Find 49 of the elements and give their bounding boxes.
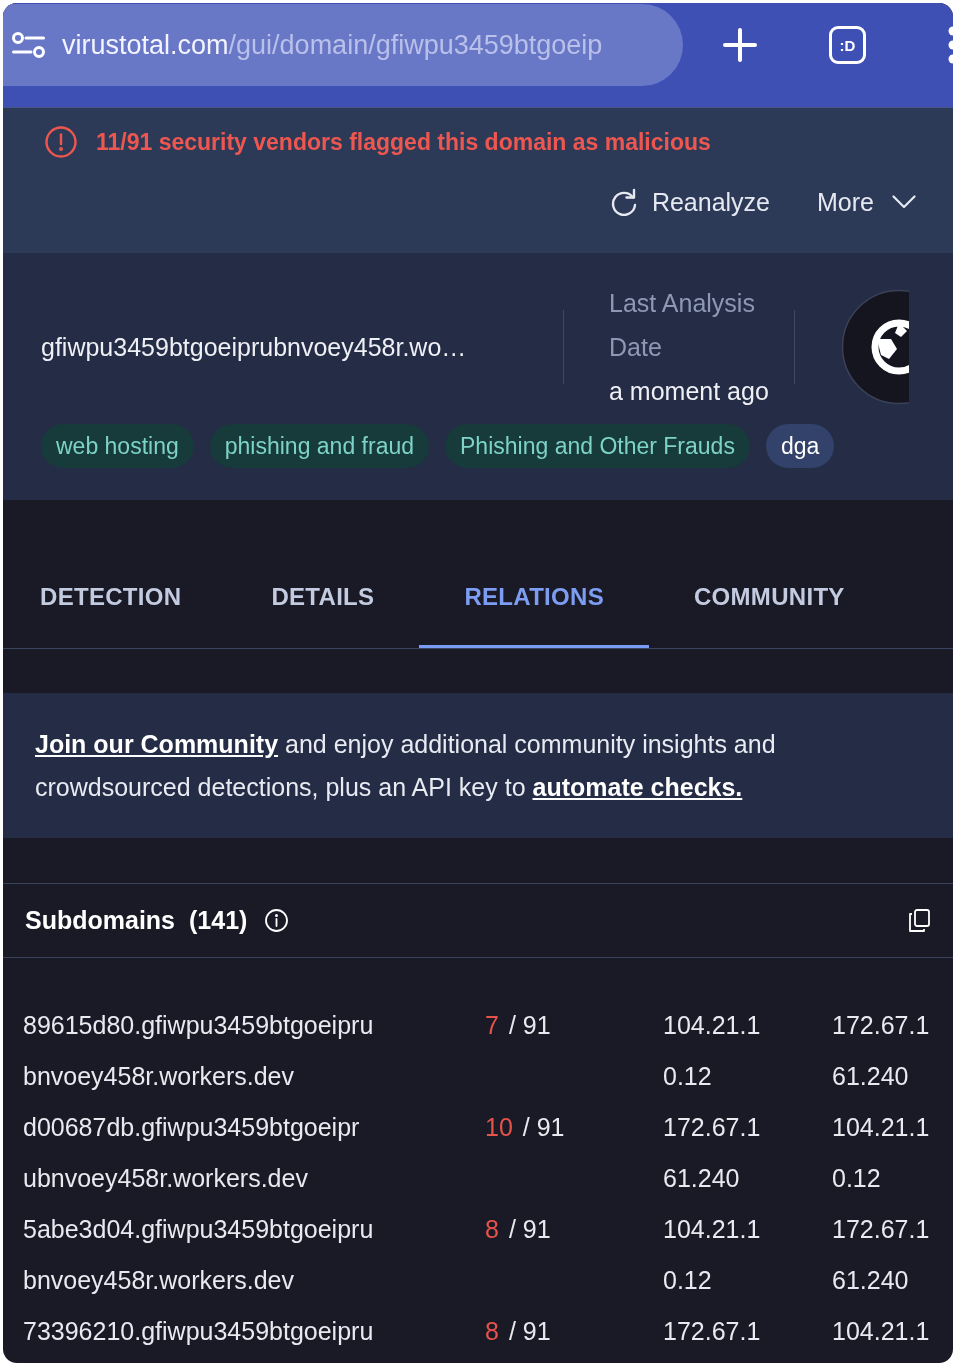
tab-switcher-button[interactable]: :D bbox=[829, 26, 866, 64]
plus-icon[interactable] bbox=[723, 28, 757, 62]
ip-cell-text: 172.67.1 61.240 bbox=[832, 1010, 931, 1092]
section-title: Subdomains bbox=[25, 906, 175, 935]
site-settings-icon[interactable] bbox=[12, 32, 45, 58]
tab[interactable]: RELATIONS bbox=[419, 550, 649, 648]
last-analysis-value: a moment ago bbox=[609, 376, 770, 407]
more-button[interactable]: More bbox=[817, 187, 916, 217]
category-tag[interactable]: Phishing and Other Frauds bbox=[445, 424, 750, 468]
banner-link[interactable]: Join our Community bbox=[35, 730, 279, 758]
detection-count: 8 bbox=[485, 1214, 499, 1245]
detection-count: 10 bbox=[485, 1112, 513, 1143]
url-text[interactable]: virustotal.com/gui/domain/gfiwpu3459btgoeip bbox=[62, 29, 603, 61]
ip-cell-text: 104.21.1 0.12 bbox=[663, 1214, 762, 1296]
detection-count: 7 bbox=[485, 1010, 499, 1041]
copy-icon[interactable] bbox=[909, 909, 930, 932]
ip-cell-text: 104.21.1 0.12 bbox=[832, 1112, 931, 1194]
domain-tag[interactable]: dga bbox=[765, 424, 835, 468]
subdomain-count: (141) bbox=[189, 906, 248, 935]
engine-total: / 91 bbox=[508, 1214, 551, 1245]
subdomain-cell[interactable]: 73396210.gfiwpu3459btgoeipru bbox=[23, 1306, 485, 1357]
banner-link[interactable]: automate checks. bbox=[532, 773, 743, 801]
ip-cell-text: 172.67.1 bbox=[663, 1316, 762, 1347]
category-tag[interactable]: web hosting bbox=[41, 424, 194, 468]
reanalyze-button[interactable]: Reanalyze bbox=[610, 187, 771, 217]
address-bar[interactable]: virustotal.com/gui/domain/gfiwpu3459btgoeip bbox=[3, 4, 683, 86]
info-icon[interactable] bbox=[265, 909, 289, 932]
chevron-down-icon bbox=[892, 195, 916, 209]
tab[interactable]: DETECTION bbox=[3, 550, 227, 648]
engine-total: / 91 bbox=[522, 1112, 565, 1143]
ip-cell-text: 172.67.1 61.240 bbox=[832, 1214, 931, 1296]
alert-message: 11/91 security vendors flagged this domain as malicious bbox=[96, 128, 711, 156]
refresh-icon bbox=[610, 188, 637, 216]
tab[interactable]: COMMUNITY bbox=[648, 550, 890, 648]
ip-cell-text: 104.21.1 0.12 bbox=[663, 1010, 762, 1092]
domain-name: gfiwpu3459btgoeiprubnvoey458r.wo… bbox=[41, 332, 468, 362]
engine-total: / 91 bbox=[508, 1010, 551, 1041]
subdomain-cell[interactable]: 5abe3d04.gfiwpu3459btgoeipru bnvoey458r.workers.dev bbox=[23, 1204, 485, 1306]
category-tag[interactable]: phishing and fraud bbox=[209, 424, 429, 468]
ip-cell-text: 172.67.1 61.240 bbox=[663, 1112, 762, 1194]
last-analysis-label: Last Analysis Date bbox=[609, 288, 756, 363]
community-banner-text: Join our Community and enjoy additional community insights and crowdsourced detections, plus an API key to automate checks. bbox=[35, 729, 777, 803]
alert-icon bbox=[45, 126, 77, 158]
globe-icon bbox=[841, 289, 909, 405]
subdomain-cell[interactable]: d00687db.gfiwpu3459btgoeipr ubnvoey458r.workers.dev bbox=[23, 1102, 485, 1204]
detection-count: 8 bbox=[485, 1316, 499, 1347]
ip-cell-text: 104.21.1 bbox=[832, 1316, 931, 1347]
tab[interactable]: DETAILS bbox=[226, 550, 420, 648]
engine-total: / 91 bbox=[508, 1316, 551, 1347]
